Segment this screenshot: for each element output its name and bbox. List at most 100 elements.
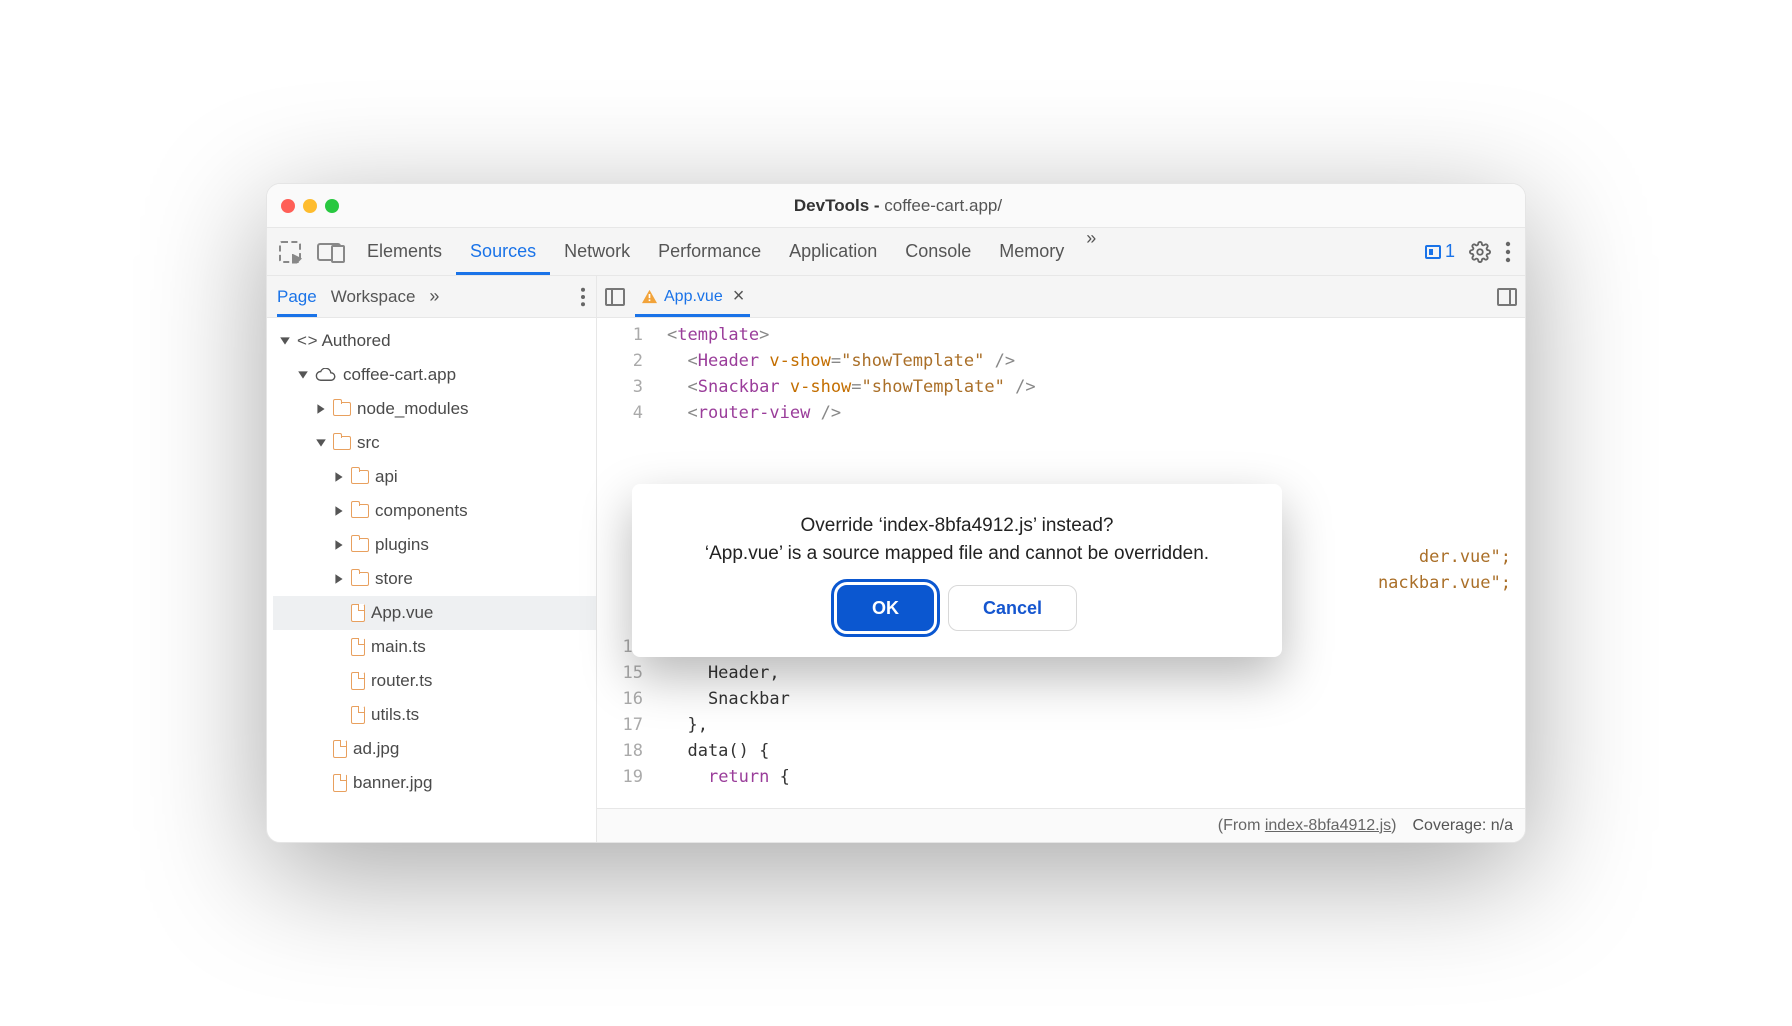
cloud-icon xyxy=(315,368,337,382)
expand-icon[interactable] xyxy=(297,369,309,381)
tree-file[interactable]: banner.jpg xyxy=(273,766,596,800)
show-debugger-icon[interactable] xyxy=(1497,288,1517,306)
ok-button[interactable]: OK xyxy=(837,585,934,631)
tree-domain[interactable]: coffee-cart.app xyxy=(273,358,596,392)
tree-label: main.ts xyxy=(371,637,426,657)
folder-icon xyxy=(351,470,369,484)
expand-icon[interactable] xyxy=(333,505,345,517)
navigator-tab-page[interactable]: Page xyxy=(277,276,317,317)
title-prefix: DevTools - xyxy=(794,196,884,215)
editor-tabbar: App.vue × xyxy=(597,276,1525,318)
issues-count: 1 xyxy=(1445,241,1455,262)
tree-label: router.ts xyxy=(371,671,432,691)
tree-label: api xyxy=(375,467,398,487)
tree-group-authored[interactable]: < > Authored xyxy=(273,324,596,358)
tab-application[interactable]: Application xyxy=(775,228,891,275)
dialog-message: Override ‘index-8bfa4912.js’ instead? ‘A… xyxy=(662,512,1252,567)
file-tree[interactable]: < > Authored coffee-cart.app node_module… xyxy=(267,318,596,842)
folder-icon xyxy=(351,538,369,552)
tree-file[interactable]: router.ts xyxy=(273,664,596,698)
editor-tab-label: App.vue xyxy=(664,288,723,306)
tab-network[interactable]: Network xyxy=(550,228,644,275)
tree-label: plugins xyxy=(375,535,429,555)
devtools-window: DevTools - coffee-cart.app/ Elements Sou… xyxy=(266,183,1526,843)
tree-file-appvue[interactable]: App.vue xyxy=(273,596,596,630)
navigator-tab-workspace[interactable]: Workspace xyxy=(331,276,416,317)
authored-icon: < > xyxy=(297,331,316,351)
tree-label: Authored xyxy=(322,331,391,351)
expand-icon[interactable] xyxy=(279,335,291,347)
expand-icon[interactable] xyxy=(315,437,327,449)
tree-folder[interactable]: components xyxy=(273,494,596,528)
tree-folder-src[interactable]: src xyxy=(273,426,596,460)
tree-file[interactable]: ad.jpg xyxy=(273,732,596,766)
tree-label: banner.jpg xyxy=(353,773,432,793)
file-icon xyxy=(333,774,347,792)
inspect-element-icon[interactable] xyxy=(279,241,301,263)
tree-label: node_modules xyxy=(357,399,469,419)
tree-file[interactable]: main.ts xyxy=(273,630,596,664)
folder-icon xyxy=(333,436,351,450)
more-options-icon[interactable] xyxy=(1505,241,1511,263)
issues-button[interactable]: 1 xyxy=(1425,241,1455,262)
file-icon xyxy=(351,604,365,622)
folder-icon xyxy=(333,402,351,416)
tree-label: components xyxy=(375,501,468,521)
expand-icon[interactable] xyxy=(333,539,345,551)
sourcemap-origin[interactable]: (From index-8bfa4912.js) xyxy=(1218,817,1397,835)
editor-statusbar: (From index-8bfa4912.js) Coverage: n/a xyxy=(597,808,1525,842)
tree-label: store xyxy=(375,569,413,589)
navigator-tabs: Page Workspace » xyxy=(267,276,596,318)
settings-icon[interactable] xyxy=(1469,241,1491,263)
more-tabs-button[interactable]: » xyxy=(1078,228,1104,275)
file-icon xyxy=(351,706,365,724)
expand-icon[interactable] xyxy=(315,403,327,415)
tab-performance[interactable]: Performance xyxy=(644,228,775,275)
editor-tab-appvue[interactable]: App.vue × xyxy=(635,276,750,317)
tree-folder[interactable]: node_modules xyxy=(273,392,596,426)
window-title: DevTools - coffee-cart.app/ xyxy=(339,196,1457,216)
issues-icon xyxy=(1425,245,1441,259)
file-icon xyxy=(351,638,365,656)
tree-folder[interactable]: plugins xyxy=(273,528,596,562)
expand-icon[interactable] xyxy=(333,573,345,585)
tab-sources[interactable]: Sources xyxy=(456,228,550,275)
tree-label: ad.jpg xyxy=(353,739,399,759)
tree-label: App.vue xyxy=(371,603,433,623)
tree-label: coffee-cart.app xyxy=(343,365,456,385)
expand-icon[interactable] xyxy=(333,471,345,483)
navigator-more-tabs[interactable]: » xyxy=(429,286,439,307)
folder-icon xyxy=(351,504,369,518)
tree-label: utils.ts xyxy=(371,705,419,725)
override-confirm-dialog: Override ‘index-8bfa4912.js’ instead? ‘A… xyxy=(632,484,1282,657)
title-path: coffee-cart.app/ xyxy=(884,196,1002,215)
titlebar: DevTools - coffee-cart.app/ xyxy=(267,184,1525,228)
cancel-button[interactable]: Cancel xyxy=(948,585,1077,631)
tree-file[interactable]: utils.ts xyxy=(273,698,596,732)
minimize-window-button[interactable] xyxy=(303,199,317,213)
coverage-status: Coverage: n/a xyxy=(1412,817,1513,835)
tree-folder[interactable]: store xyxy=(273,562,596,596)
window-controls xyxy=(281,199,339,213)
file-icon xyxy=(333,740,347,758)
tab-console[interactable]: Console xyxy=(891,228,985,275)
file-icon xyxy=(351,672,365,690)
tab-elements[interactable]: Elements xyxy=(353,228,456,275)
close-tab-icon[interactable]: × xyxy=(733,285,745,308)
navigator-options-icon[interactable] xyxy=(580,287,586,307)
sourcemap-origin-link[interactable]: index-8bfa4912.js xyxy=(1265,817,1391,834)
panel-tabs: Elements Sources Network Performance App… xyxy=(353,228,1104,275)
zoom-window-button[interactable] xyxy=(325,199,339,213)
device-toolbar-icon[interactable] xyxy=(317,243,341,261)
warning-icon xyxy=(641,289,658,304)
code-fragment: nackbar.vue"; xyxy=(1378,570,1511,596)
folder-icon xyxy=(351,572,369,586)
tab-memory[interactable]: Memory xyxy=(985,228,1078,275)
close-window-button[interactable] xyxy=(281,199,295,213)
main-toolbar: Elements Sources Network Performance App… xyxy=(267,228,1525,276)
code-fragment: der.vue"; xyxy=(1419,544,1511,570)
tree-folder[interactable]: api xyxy=(273,460,596,494)
show-navigator-icon[interactable] xyxy=(605,288,625,306)
navigator-pane: Page Workspace » < > Authored coffee-car… xyxy=(267,276,597,842)
tree-label: src xyxy=(357,433,380,453)
